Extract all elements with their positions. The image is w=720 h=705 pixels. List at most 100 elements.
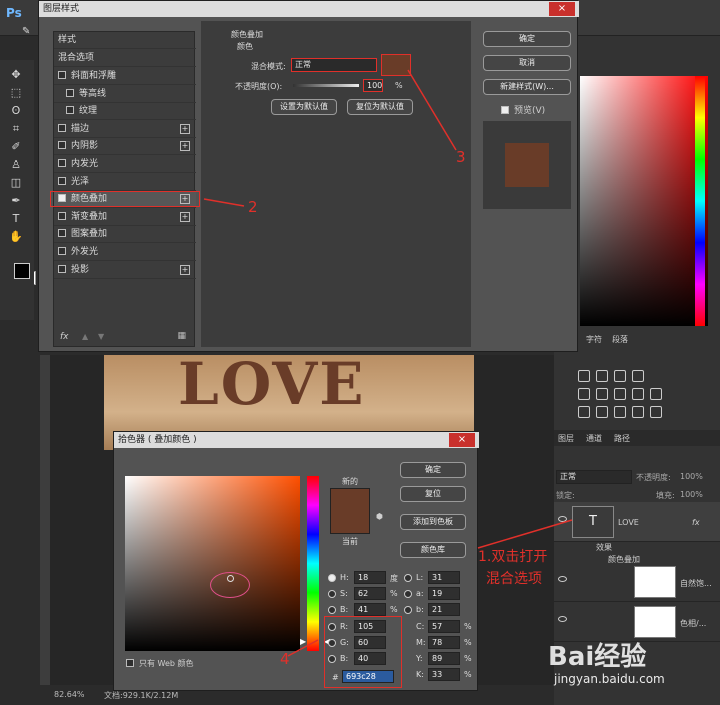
reset-default-button[interactable]: 复位为默认值	[347, 99, 413, 115]
add-effect-icon[interactable]: +	[180, 141, 190, 152]
marquee-tool-icon[interactable]: ⬚	[9, 86, 23, 100]
styles-header[interactable]: 样式	[54, 32, 196, 49]
cancel-button[interactable]: 取消	[483, 55, 571, 71]
rgb-b-value[interactable]: 40	[354, 652, 386, 665]
style-item[interactable]: 纹理	[54, 103, 196, 121]
hand-tool-icon[interactable]: ✋	[9, 230, 23, 244]
style-item[interactable]: 投影 +	[54, 262, 196, 279]
add-effect-icon[interactable]: +	[180, 264, 190, 275]
close-icon[interactable]: ×	[549, 2, 575, 16]
picker-cursor[interactable]	[227, 575, 234, 582]
opacity-slider[interactable]	[293, 84, 359, 87]
close-icon[interactable]: ×	[449, 433, 475, 447]
radio-lab-b[interactable]	[404, 606, 412, 614]
b-value[interactable]: 41	[354, 603, 386, 616]
style-checkbox[interactable]	[58, 211, 66, 220]
radio-h[interactable]	[328, 574, 336, 582]
bw-icon[interactable]	[614, 388, 626, 400]
tab-paths[interactable]: 路径	[614, 433, 630, 444]
eraser-tool-icon[interactable]: ◫	[9, 176, 23, 190]
selective-color-icon[interactable]	[650, 406, 662, 418]
hue-icon[interactable]	[578, 388, 590, 400]
radio-b[interactable]	[328, 606, 336, 614]
blend-options-item[interactable]: 混合选项	[54, 50, 196, 67]
style-item[interactable]: 渐变叠加 +	[54, 209, 196, 226]
radio-r[interactable]	[328, 623, 336, 631]
add-effect-icon[interactable]: +	[180, 211, 190, 222]
panel-tab-para[interactable]: 段落	[612, 334, 628, 345]
hue-slider[interactable]	[307, 476, 319, 651]
hex-input[interactable]: 693c28	[342, 670, 394, 683]
layer-row-love[interactable]: T LOVE fx	[554, 502, 720, 542]
style-item[interactable]: 斜面和浮雕	[54, 68, 196, 85]
move-down-icon[interactable]: ▼	[98, 332, 104, 341]
new-style-button[interactable]: 新建样式(W)...	[483, 79, 571, 95]
set-default-button[interactable]: 设置为默认值	[271, 99, 337, 115]
crop-tool-icon[interactable]: ⌗	[9, 122, 23, 136]
m-value[interactable]: 78	[428, 636, 460, 649]
fx-badge[interactable]: fx	[692, 518, 700, 527]
fill-value[interactable]: 100%	[680, 490, 703, 499]
h-value[interactable]: 18	[354, 571, 386, 584]
foreground-color-swatch[interactable]	[14, 263, 30, 279]
move-tool-icon[interactable]: ✥	[9, 68, 23, 82]
curves-icon[interactable]	[614, 370, 626, 382]
style-item[interactable]: 内发光	[54, 156, 196, 173]
eye-icon[interactable]	[558, 616, 567, 622]
layer-opacity-value[interactable]: 100%	[680, 472, 703, 481]
picker-ok-button[interactable]: 确定	[400, 462, 466, 478]
exposure-icon[interactable]	[632, 370, 644, 382]
hue-slider-handle-left-icon[interactable]: ▶	[300, 637, 306, 646]
tab-channels[interactable]: 通道	[586, 433, 602, 444]
style-checkbox[interactable]	[66, 106, 74, 115]
a-value[interactable]: 19	[428, 587, 460, 600]
style-checkbox[interactable]	[66, 88, 74, 97]
panel-tab-char[interactable]: 字符	[586, 334, 602, 345]
r-value[interactable]: 105	[354, 620, 386, 633]
layer-row-vibrance[interactable]: 自然饱...	[554, 562, 720, 602]
trash-icon[interactable]: ▦	[177, 331, 186, 341]
style-checkbox[interactable]	[58, 71, 66, 79]
cube-icon[interactable]: ⬢	[376, 512, 383, 521]
style-item[interactable]: 光泽	[54, 174, 196, 191]
fx-menu-icon[interactable]: fx	[60, 332, 69, 342]
style-checkbox[interactable]	[58, 176, 66, 185]
eye-icon[interactable]	[558, 576, 567, 582]
y-value[interactable]: 89	[428, 652, 460, 665]
balance-icon[interactable]	[596, 388, 608, 400]
radio-a[interactable]	[404, 590, 412, 598]
brightness-icon[interactable]	[578, 370, 590, 382]
levels-icon[interactable]	[596, 370, 608, 382]
style-item[interactable]: 外发光	[54, 244, 196, 261]
style-item[interactable]: 等高线	[54, 86, 196, 103]
style-checkbox[interactable]	[58, 229, 66, 238]
l-value[interactable]: 31	[428, 571, 460, 584]
style-checkbox[interactable]	[58, 264, 66, 273]
brush-tool-icon[interactable]: ✐	[9, 140, 23, 154]
layer-blend-select[interactable]: 正常	[556, 470, 632, 484]
pen-tool-icon[interactable]: ✒	[9, 194, 23, 208]
style-checkbox[interactable]	[58, 123, 66, 132]
color-panel-hue[interactable]	[695, 76, 705, 326]
picker-reset-button[interactable]: 复位	[400, 486, 466, 502]
preview-checkbox[interactable]: 预览(V)	[501, 103, 545, 116]
gradient-map-icon[interactable]	[632, 406, 644, 418]
eyedropper-icon[interactable]: ✎	[22, 26, 32, 37]
stamp-tool-icon[interactable]: ♙	[9, 158, 23, 172]
type-tool-icon[interactable]: T	[9, 212, 23, 226]
radio-rgb-b[interactable]	[328, 655, 336, 663]
style-item[interactable]: 描边 +	[54, 121, 196, 138]
posterize-icon[interactable]	[596, 406, 608, 418]
ok-button[interactable]: 确定	[483, 31, 571, 47]
lab-b-value[interactable]: 21	[428, 603, 460, 616]
opacity-value[interactable]: 100	[363, 79, 383, 92]
g-value[interactable]: 60	[354, 636, 386, 649]
add-effect-icon[interactable]: +	[180, 123, 190, 134]
invert-icon[interactable]	[578, 406, 590, 418]
mixer-icon[interactable]	[650, 388, 662, 400]
style-item[interactable]: 图案叠加	[54, 226, 196, 244]
tab-layers[interactable]: 图层	[558, 433, 574, 444]
style-checkbox[interactable]	[58, 159, 66, 167]
photo-filter-icon[interactable]	[632, 388, 644, 400]
style-checkbox[interactable]	[58, 247, 66, 255]
